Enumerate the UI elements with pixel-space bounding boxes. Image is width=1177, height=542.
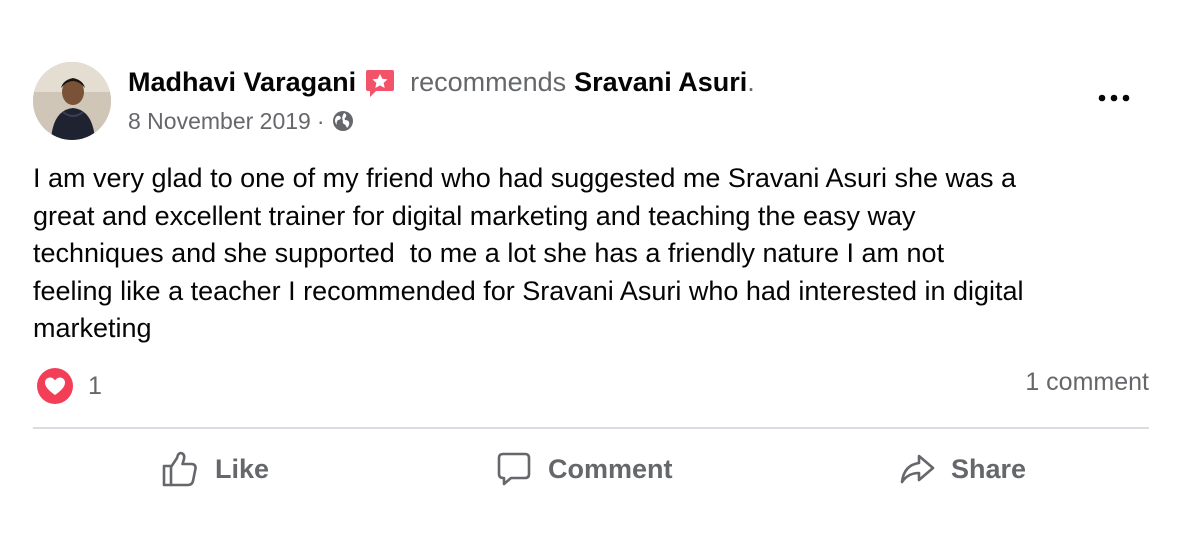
post-body: I am very glad to one of my friend who h… <box>33 160 1153 348</box>
divider <box>33 427 1149 429</box>
share-arrow-icon <box>900 454 935 484</box>
globe-icon <box>331 109 355 133</box>
post-date[interactable]: 8 November 2019 <box>128 108 311 135</box>
post-body-line: I am very glad to one of my friend who h… <box>33 163 1017 193</box>
post-meta: 8 November 2019 · <box>128 106 355 136</box>
reaction-count[interactable]: 1 <box>88 372 102 401</box>
post-body-line: marketing <box>33 313 152 343</box>
post-body-line: techniques and she supported to me a lot… <box>33 238 945 268</box>
author-name[interactable]: Madhavi Varagani <box>128 67 356 98</box>
recommendation-post: Madhavi Varagani recommends Sravani Asur… <box>0 0 1177 542</box>
meta-separator: · <box>316 107 325 134</box>
more-dots-icon[interactable] <box>1094 88 1134 108</box>
header-period: . <box>747 66 755 97</box>
recommends-text: recommends <box>410 66 567 97</box>
comment-label: Comment <box>548 453 673 484</box>
share-button[interactable]: Share <box>899 446 1026 492</box>
love-reaction-icon <box>37 368 73 404</box>
post-body-line: great and excellent trainer for digital … <box>33 200 916 231</box>
recommended-page-name[interactable]: Sravani Asuri <box>574 67 747 98</box>
like-label: Like <box>215 453 270 484</box>
reactions-summary[interactable]: 1 <box>36 366 102 406</box>
comment-button[interactable]: Comment <box>496 446 673 492</box>
comment-count[interactable]: 1 comment <box>1025 368 1149 397</box>
recommendation-star-icon <box>364 67 396 99</box>
like-button[interactable]: Like <box>161 446 269 492</box>
share-label: Share <box>951 453 1027 484</box>
comment-bubble-icon <box>497 452 531 486</box>
thumbs-up-icon <box>162 451 197 487</box>
avatar[interactable] <box>33 62 111 140</box>
post-header: Madhavi Varagani recommends Sravani Asur… <box>128 64 755 100</box>
post-body-line: feeling like a teacher I recommended for… <box>33 275 1024 306</box>
